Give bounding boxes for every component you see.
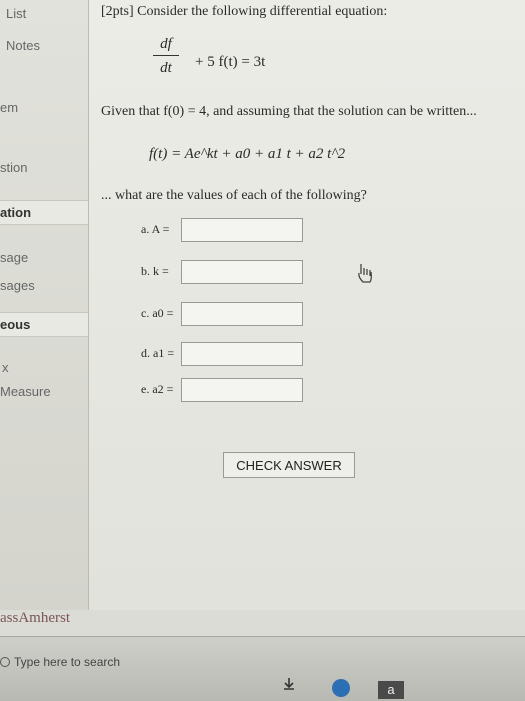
search-placeholder: Type here to search [14, 655, 121, 669]
derivative-fraction: df dt [153, 36, 179, 77]
taskbar: Type here to search a [0, 636, 525, 701]
solution-form: f(t) = Ae^kt + a0 + a1 t + a2 t^2 [149, 146, 346, 162]
sidebar-item-measure[interactable]: Measure [0, 384, 51, 399]
answer-label-b: b. k = [141, 264, 169, 278]
answer-label-c: c. a0 = [141, 306, 174, 320]
given-condition: Given that f(0) = 4, and assuming that t… [101, 104, 477, 119]
sidebar-item-list[interactable]: List [6, 6, 26, 21]
edge-browser-icon[interactable] [332, 679, 350, 697]
answer-input-d[interactable] [181, 342, 303, 366]
answer-input-e[interactable] [181, 378, 303, 402]
sidebar-item-label: ation [0, 205, 32, 220]
answer-label-d: d. a1 = [141, 346, 175, 360]
sidebar-item-x[interactable]: x [2, 360, 9, 375]
sidebar-item-ation[interactable]: ation [0, 200, 88, 225]
question-prompt: ... what are the values of each of the f… [101, 188, 367, 203]
derivative-numerator: df [153, 36, 179, 56]
umass-amherst-logo: assAmherst [0, 610, 70, 626]
question-title: [2pts] Consider the following differenti… [101, 4, 388, 19]
sidebar: List Notes em stion ation sage sages eou… [0, 0, 89, 610]
question-panel: [2pts] Consider the following differenti… [89, 0, 525, 610]
sidebar-item-notes[interactable]: Notes [6, 38, 40, 53]
search-icon [0, 657, 10, 667]
sidebar-item-em[interactable]: em [0, 100, 18, 115]
answer-label-a: a. A = [141, 222, 170, 236]
derivative-denominator: dt [160, 60, 172, 76]
sidebar-item-eous[interactable]: eous [0, 312, 88, 337]
answer-input-b[interactable] [181, 260, 303, 284]
answer-input-a[interactable] [181, 218, 303, 242]
sidebar-item-label: eous [0, 317, 31, 332]
equation-rest: + 5 f(t) = 3t [195, 54, 266, 70]
answer-label-e: e. a2 = [141, 382, 174, 396]
sidebar-item-sages[interactable]: sages [0, 278, 35, 293]
check-answer-button[interactable]: CHECK ANSWER [223, 452, 355, 478]
taskbar-search[interactable]: Type here to search [0, 651, 200, 675]
sidebar-item-stion[interactable]: stion [0, 160, 27, 175]
app-icon[interactable]: a [378, 681, 404, 699]
answer-input-c[interactable] [181, 302, 303, 326]
download-icon[interactable] [282, 677, 296, 691]
hand-cursor-icon [358, 264, 372, 283]
sidebar-item-sage[interactable]: sage [0, 250, 28, 265]
